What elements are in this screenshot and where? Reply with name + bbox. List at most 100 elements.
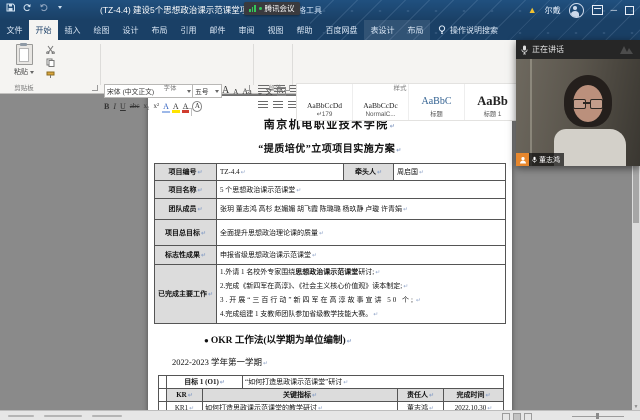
tab-draw[interactable]: 绘图 xyxy=(87,20,116,40)
word-count-indicator[interactable] xyxy=(44,415,82,418)
copy-icon[interactable] xyxy=(46,58,72,67)
cell-goal[interactable]: 全面提升思想政治理论课的质量 xyxy=(217,220,506,246)
cell-leader[interactable]: 周启国 xyxy=(394,164,506,181)
participant-video[interactable]: 董志鸿 xyxy=(516,59,640,166)
style-card[interactable]: AaBb 标题 1 xyxy=(465,84,521,120)
text-effects-button[interactable]: A xyxy=(163,103,169,111)
page-count-indicator[interactable] xyxy=(8,415,34,418)
work-line-2: 2.完成《新四军在高淳》、《社会主义核心价值观》读本制定; xyxy=(220,280,502,294)
paste-button[interactable]: 粘贴 xyxy=(8,43,40,85)
meeting-pill-label: 腾讯会议 xyxy=(265,3,295,14)
cell-due-header[interactable]: 完成时间 xyxy=(444,389,504,402)
ribbon-tab-row: 文件 开始 插入 绘图 设计 布局 引用 邮件 审阅 视图 帮助 百度网盘 表设… xyxy=(0,20,640,40)
mic-icon xyxy=(521,45,528,55)
underline-button[interactable]: U xyxy=(120,103,126,111)
font-name-value: 宋体 (中文正文) xyxy=(107,86,154,96)
clipboard-dialog-launcher[interactable] xyxy=(92,85,98,91)
tab-design[interactable]: 设计 xyxy=(116,20,145,40)
meeting-logo-icon xyxy=(619,45,635,55)
cell-objective-label[interactable]: 目标 1 (O1) xyxy=(167,376,243,389)
cell-outcome-label[interactable]: 标志性成果 xyxy=(155,246,217,265)
document-page[interactable]: 南京机电职业技术学院 “提质培优”立项项目实施方案 项目编号 TZ-4.4 牵头… xyxy=(148,96,512,411)
tab-references[interactable]: 引用 xyxy=(174,20,203,40)
cell-indicator-header[interactable]: 关键指标 xyxy=(203,389,398,402)
print-layout-view-icon[interactable] xyxy=(513,413,521,420)
restore-button[interactable] xyxy=(625,6,634,15)
cell-project-no-label[interactable]: 项目编号 xyxy=(155,164,217,181)
cell-objective-text[interactable]: “如何打造思政课示范课堂”研讨 xyxy=(243,376,504,389)
minimize-button[interactable]: ─ xyxy=(611,6,617,15)
grow-font-button[interactable]: A xyxy=(222,86,229,96)
okr-table: 目标 1 (O1) “如何打造思政课示范课堂”研讨 KR 关键指标 责任人 完成… xyxy=(158,375,504,411)
cell-team-members[interactable]: 张玥 董志鸿 高杉 赵媚媚 胡飞霞 陈璐璐 杨玖静 卢璇 许青娟 xyxy=(217,199,506,220)
active-speaker-icon xyxy=(516,153,529,166)
qat-customize-caret[interactable] xyxy=(58,6,62,9)
avatar[interactable] xyxy=(569,3,584,18)
style-card[interactable]: AaBbCcDd ↵179 xyxy=(297,84,353,120)
paste-label: 粘贴 xyxy=(14,69,28,76)
cell-leader-label[interactable]: 牵头人 xyxy=(344,164,394,181)
tab-layout[interactable]: 布局 xyxy=(145,20,174,40)
cell-work-label[interactable]: 已完成主要工作 xyxy=(155,265,217,324)
style-preview: AaBbCcDc xyxy=(363,102,398,110)
highlight-color-button[interactable]: A xyxy=(173,103,179,111)
tab-mailings[interactable]: 邮件 xyxy=(203,20,232,40)
cell-outcome[interactable]: 申报省级思想政治课示范课堂 xyxy=(217,246,506,265)
read-mode-view-icon[interactable] xyxy=(502,413,510,420)
signal-bars-icon xyxy=(249,5,256,12)
cell-project-no[interactable]: TZ-4.4 xyxy=(217,164,344,181)
tab-baidu-netdisk[interactable]: 百度网盘 xyxy=(319,20,364,40)
tab-table-design[interactable]: 表设计 xyxy=(364,20,401,40)
semester-line[interactable]: 2022-2023 学年第一学期 xyxy=(172,356,268,368)
language-indicator[interactable] xyxy=(92,415,122,418)
cell-owner-header[interactable]: 责任人 xyxy=(398,389,444,402)
okr-heading[interactable]: OKR 工作法(以学期为单位编制) xyxy=(204,332,352,346)
titlebar-right: ▲ 尔戴 ─ xyxy=(528,0,634,20)
cell-spacer[interactable] xyxy=(159,389,167,402)
tell-me-search[interactable]: 操作说明搜索 xyxy=(430,20,506,40)
align-center-icon[interactable] xyxy=(273,101,283,110)
redo-icon[interactable] xyxy=(39,3,49,12)
meeting-overlay-window[interactable]: 正在讲话 董志鸿 xyxy=(516,40,640,166)
tab-home[interactable]: 开始 xyxy=(29,20,58,40)
cell-team-label[interactable]: 团队成员 xyxy=(155,199,217,220)
paragraph-dialog-launcher[interactable] xyxy=(284,85,290,91)
cell-kr-header[interactable]: KR xyxy=(167,389,203,402)
doc-subtitle[interactable]: “提质培优”立项项目实施方案 xyxy=(148,140,512,155)
cell-goal-label[interactable]: 项目总目标 xyxy=(155,220,217,246)
tab-review[interactable]: 审阅 xyxy=(232,20,261,40)
tab-view[interactable]: 视图 xyxy=(261,20,290,40)
cell-project-name-label[interactable]: 项目名称 xyxy=(155,181,217,199)
tab-file[interactable]: 文件 xyxy=(0,20,29,40)
cell-project-name[interactable]: 5 个思想政治课示范课堂 xyxy=(217,181,506,199)
font-dialog-launcher[interactable] xyxy=(244,85,250,91)
meeting-overlay-header[interactable]: 正在讲话 xyxy=(516,40,640,59)
align-left-icon[interactable] xyxy=(258,101,268,110)
bold-button[interactable]: B xyxy=(104,103,109,111)
cut-icon[interactable] xyxy=(46,45,72,54)
tab-help[interactable]: 帮助 xyxy=(290,20,319,40)
font-color-button[interactable]: A xyxy=(183,103,189,111)
save-icon[interactable] xyxy=(6,3,15,12)
tab-insert[interactable]: 插入 xyxy=(58,20,87,40)
format-painter-icon[interactable] xyxy=(46,71,72,80)
italic-button[interactable]: I xyxy=(113,103,116,111)
scrollbar-thumb[interactable] xyxy=(633,165,639,223)
superscript-button[interactable]: x² xyxy=(153,103,159,110)
cell-work-done[interactable]: 1.外请 1 名校外专家围绕思想政治课示范课堂研讨; 2.完成《新四军在高淳》、… xyxy=(217,265,506,324)
tab-table-layout[interactable]: 布局 xyxy=(401,20,430,40)
web-layout-view-icon[interactable] xyxy=(524,413,532,420)
cell-spacer[interactable] xyxy=(159,376,167,389)
shrink-font-button[interactable]: A xyxy=(233,89,238,96)
zoom-slider-knob[interactable] xyxy=(596,413,599,419)
warning-icon[interactable]: ▲ xyxy=(528,6,537,15)
word-window: (TZ-4.4) 建设5个思想政治课示范课堂项目 - Word 表格工具 腾讯会… xyxy=(0,0,640,420)
account-name[interactable]: 尔戴 xyxy=(545,5,561,16)
strikethrough-button[interactable]: abc xyxy=(130,103,140,110)
font-size-select[interactable]: 五号 xyxy=(192,84,222,98)
subscript-button[interactable]: x₂ xyxy=(144,103,150,110)
ribbon-display-options-icon[interactable] xyxy=(592,5,603,15)
tencent-meeting-pill[interactable]: 腾讯会议 xyxy=(244,2,300,15)
enclose-characters-button[interactable]: A xyxy=(192,101,202,111)
undo-icon[interactable] xyxy=(22,3,32,12)
